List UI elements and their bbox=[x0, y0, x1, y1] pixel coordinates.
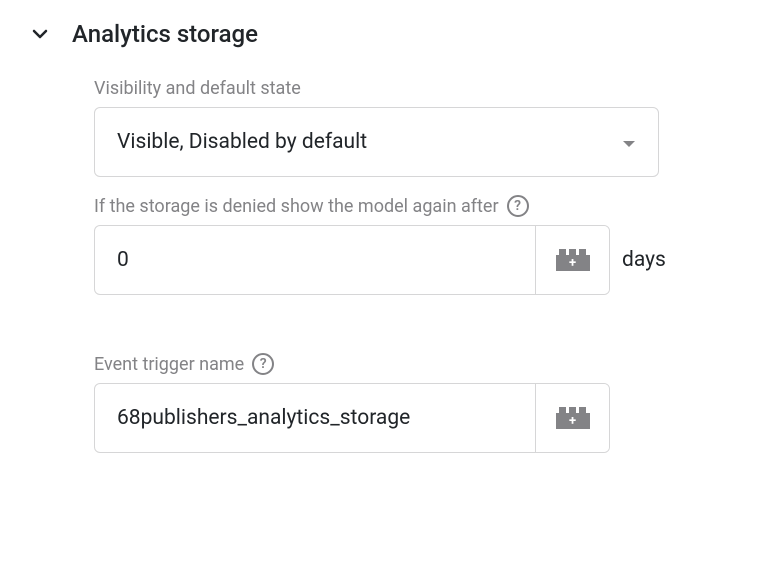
visibility-value: Visible, Disabled by default bbox=[117, 130, 367, 154]
collapse-toggle[interactable] bbox=[28, 22, 52, 46]
brick-plus-icon: + bbox=[556, 249, 590, 271]
visibility-label: Visibility and default state bbox=[94, 78, 758, 99]
variable-picker-button[interactable]: + bbox=[535, 226, 609, 294]
help-icon[interactable]: ? bbox=[252, 353, 274, 375]
section-title: Analytics storage bbox=[72, 20, 258, 48]
denied-label: If the storage is denied show the model … bbox=[94, 196, 499, 217]
caret-down-icon bbox=[622, 133, 636, 152]
help-icon[interactable]: ? bbox=[507, 195, 529, 217]
variable-picker-button[interactable]: + bbox=[535, 384, 609, 452]
denied-days-input[interactable] bbox=[95, 226, 535, 294]
brick-plus-icon: + bbox=[556, 407, 590, 429]
event-trigger-label: Event trigger name bbox=[94, 354, 244, 375]
event-trigger-input[interactable] bbox=[95, 384, 535, 452]
visibility-select[interactable]: Visible, Disabled by default bbox=[94, 107, 659, 177]
chevron-down-icon bbox=[31, 25, 49, 43]
days-unit: days bbox=[622, 248, 666, 272]
